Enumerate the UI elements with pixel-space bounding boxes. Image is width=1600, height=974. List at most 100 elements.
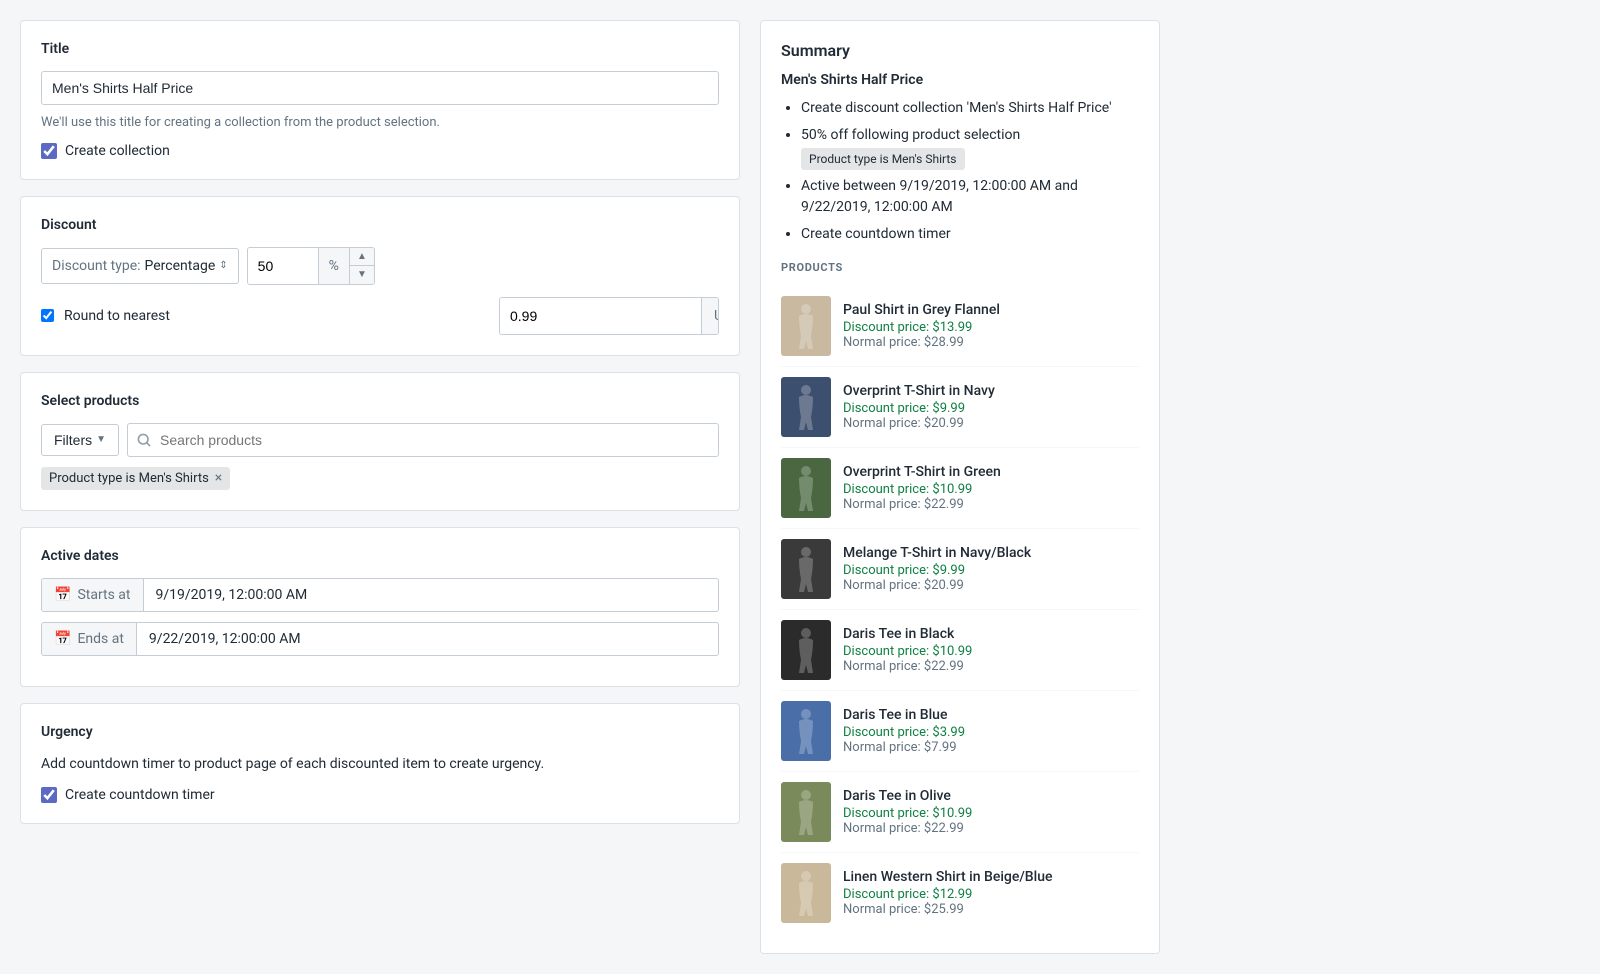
product-info: Melange T-Shirt in Navy/Black Discount p… bbox=[843, 545, 1139, 593]
product-discount-price: Discount price: $10.99 bbox=[843, 806, 1139, 821]
product-thumbnail bbox=[781, 863, 831, 923]
countdown-row: Create countdown timer bbox=[41, 787, 719, 803]
create-collection-row: Create collection bbox=[41, 143, 719, 159]
select-products-card: Select products Filters ▼ Product type i… bbox=[20, 372, 740, 511]
discount-card: Discount Discount type: Percentage ⇕ % ▲… bbox=[20, 196, 740, 356]
product-name: Paul Shirt in Grey Flannel bbox=[843, 302, 1139, 318]
ends-value[interactable]: 9/22/2019, 12:00:00 AM bbox=[137, 623, 718, 655]
summary-list: Create discount collection 'Men's Shirts… bbox=[781, 98, 1139, 245]
products-heading: PRODUCTS bbox=[781, 261, 1139, 274]
title-card: Title We'll use this title for creating … bbox=[20, 20, 740, 180]
round-checkbox[interactable] bbox=[41, 309, 54, 322]
product-item: Melange T-Shirt in Navy/Black Discount p… bbox=[781, 529, 1139, 610]
filter-tag-remove-button[interactable]: × bbox=[215, 471, 222, 485]
create-collection-label: Create collection bbox=[65, 143, 170, 159]
create-collection-checkbox[interactable] bbox=[41, 143, 57, 159]
discount-value-input[interactable] bbox=[248, 248, 318, 284]
select-products-heading: Select products bbox=[41, 393, 719, 409]
product-info: Linen Western Shirt in Beige/Blue Discou… bbox=[843, 869, 1139, 917]
discount-type-row: Discount type: Percentage ⇕ % ▲ ▼ bbox=[41, 247, 719, 285]
discount-spinner-up[interactable]: ▲ bbox=[350, 248, 374, 266]
ends-at-row: 📅 Ends at 9/22/2019, 12:00:00 AM bbox=[41, 622, 719, 656]
ends-icon-cell: 📅 Ends at bbox=[42, 623, 137, 655]
search-wrap bbox=[127, 423, 719, 457]
filter-tags-row: Product type is Men's Shirts × bbox=[41, 467, 719, 490]
product-item: Daris Tee in Blue Discount price: $3.99 … bbox=[781, 691, 1139, 772]
discount-spinner: ▲ ▼ bbox=[349, 248, 374, 284]
product-info: Paul Shirt in Grey Flannel Discount pric… bbox=[843, 302, 1139, 350]
active-dates-card: Active dates 📅 Starts at 9/19/2019, 12:0… bbox=[20, 527, 740, 687]
starts-at-row: 📅 Starts at 9/19/2019, 12:00:00 AM bbox=[41, 578, 719, 612]
product-discount-price: Discount price: $9.99 bbox=[843, 401, 1139, 416]
filter-tag: Product type is Men's Shirts × bbox=[41, 467, 230, 490]
summary-title: Men's Shirts Half Price bbox=[781, 72, 1139, 88]
starts-value[interactable]: 9/19/2019, 12:00:00 AM bbox=[144, 579, 718, 611]
urgency-card: Urgency Add countdown timer to product p… bbox=[20, 703, 740, 824]
product-thumbnail bbox=[781, 377, 831, 437]
title-heading: Title bbox=[41, 41, 719, 57]
filters-label: Filters bbox=[54, 432, 92, 448]
product-normal-price: Normal price: $20.99 bbox=[843, 578, 1139, 593]
product-item: Paul Shirt in Grey Flannel Discount pric… bbox=[781, 286, 1139, 367]
product-thumbnail bbox=[781, 296, 831, 356]
round-label: Round to nearest bbox=[64, 308, 170, 324]
round-suffix: USD bbox=[701, 298, 719, 334]
discount-type-select[interactable]: Discount type: Percentage ⇕ bbox=[41, 248, 239, 284]
round-value-input[interactable] bbox=[500, 298, 701, 334]
filters-button[interactable]: Filters ▼ bbox=[41, 424, 119, 456]
discount-type-label: Discount type: bbox=[52, 258, 141, 274]
products-list: Paul Shirt in Grey Flannel Discount pric… bbox=[781, 286, 1139, 933]
round-row: Round to nearest USD ▲ ▼ bbox=[41, 297, 719, 335]
discount-value-wrap: % ▲ ▼ bbox=[247, 247, 375, 285]
summary-item-1: Create discount collection 'Men's Shirts… bbox=[801, 98, 1139, 119]
countdown-checkbox[interactable] bbox=[41, 787, 57, 803]
product-item: Overprint T-Shirt in Green Discount pric… bbox=[781, 448, 1139, 529]
filters-chevron-icon: ▼ bbox=[96, 434, 106, 445]
starts-icon-cell: 📅 Starts at bbox=[42, 579, 144, 611]
product-discount-price: Discount price: $10.99 bbox=[843, 644, 1139, 659]
discount-spinner-down[interactable]: ▼ bbox=[350, 266, 374, 284]
title-input[interactable] bbox=[41, 71, 719, 105]
calendar-icon-ends: 📅 bbox=[54, 631, 71, 647]
calendar-icon-starts: 📅 bbox=[54, 587, 71, 603]
product-info: Overprint T-Shirt in Green Discount pric… bbox=[843, 464, 1139, 512]
product-normal-price: Normal price: $20.99 bbox=[843, 416, 1139, 431]
ends-label: Ends at bbox=[77, 631, 123, 647]
title-help-text: We'll use this title for creating a coll… bbox=[41, 113, 719, 133]
product-name: Daris Tee in Black bbox=[843, 626, 1139, 642]
search-icon bbox=[136, 432, 152, 448]
product-thumbnail bbox=[781, 782, 831, 842]
discount-suffix: % bbox=[318, 248, 349, 284]
discount-type-chevron-icon: ⇕ bbox=[219, 260, 227, 271]
filter-search-row: Filters ▼ bbox=[41, 423, 719, 457]
product-item: Overprint T-Shirt in Navy Discount price… bbox=[781, 367, 1139, 448]
summary-tag: Product type is Men's Shirts bbox=[801, 148, 965, 170]
product-name: Daris Tee in Blue bbox=[843, 707, 1139, 723]
products-section: PRODUCTS Paul Shirt in Grey Flannel Disc… bbox=[781, 261, 1139, 933]
product-info: Daris Tee in Blue Discount price: $3.99 … bbox=[843, 707, 1139, 755]
product-name: Linen Western Shirt in Beige/Blue bbox=[843, 869, 1139, 885]
product-normal-price: Normal price: $25.99 bbox=[843, 902, 1139, 917]
product-normal-price: Normal price: $28.99 bbox=[843, 335, 1139, 350]
filter-tag-text: Product type is Men's Shirts bbox=[49, 471, 209, 486]
product-thumbnail bbox=[781, 620, 831, 680]
product-item: Linen Western Shirt in Beige/Blue Discou… bbox=[781, 853, 1139, 933]
product-normal-price: Normal price: $7.99 bbox=[843, 740, 1139, 755]
urgency-description: Add countdown timer to product page of e… bbox=[41, 754, 719, 775]
product-normal-price: Normal price: $22.99 bbox=[843, 821, 1139, 836]
product-item: Daris Tee in Olive Discount price: $10.9… bbox=[781, 772, 1139, 853]
summary-item-4: Create countdown timer bbox=[801, 224, 1139, 245]
product-discount-price: Discount price: $13.99 bbox=[843, 320, 1139, 335]
product-name: Melange T-Shirt in Navy/Black bbox=[843, 545, 1139, 561]
summary-heading: Summary bbox=[781, 41, 1139, 60]
product-info: Daris Tee in Black Discount price: $10.9… bbox=[843, 626, 1139, 674]
round-input-wrap: USD ▲ ▼ bbox=[499, 297, 719, 335]
product-info: Overprint T-Shirt in Navy Discount price… bbox=[843, 383, 1139, 431]
discount-type-value: Percentage bbox=[145, 258, 216, 274]
product-normal-price: Normal price: $22.99 bbox=[843, 497, 1139, 512]
summary-card: Summary Men's Shirts Half Price Create d… bbox=[760, 20, 1160, 954]
active-dates-heading: Active dates bbox=[41, 548, 719, 564]
product-discount-price: Discount price: $10.99 bbox=[843, 482, 1139, 497]
product-name: Daris Tee in Olive bbox=[843, 788, 1139, 804]
search-input[interactable] bbox=[127, 423, 719, 457]
